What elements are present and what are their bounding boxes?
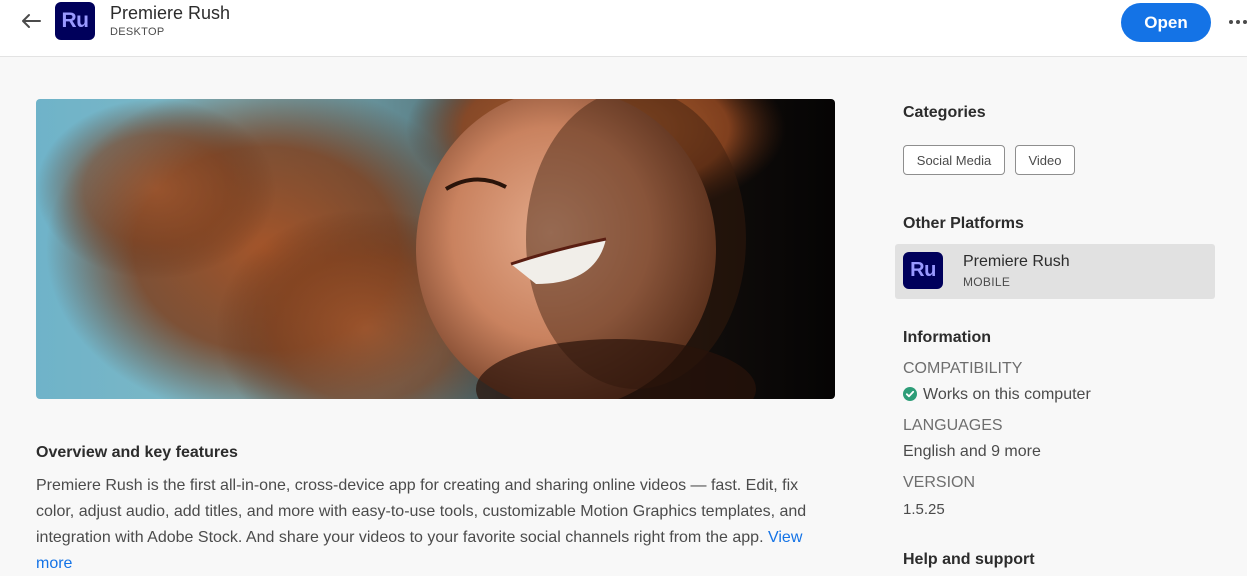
languages-label: LANGUAGES: [903, 417, 1003, 434]
ellipsis-icon: [1229, 20, 1233, 24]
overview-description: Premiere Rush is the first all-in-one, c…: [36, 473, 836, 576]
ellipsis-dot: [1236, 20, 1240, 24]
back-button[interactable]: [18, 8, 44, 34]
overview-heading: Overview and key features: [36, 444, 238, 461]
more-options-button[interactable]: [1229, 12, 1247, 32]
ellipsis-dot: [1243, 20, 1247, 24]
app-title: Premiere Rush: [110, 3, 231, 23]
arrow-left-icon: [22, 14, 41, 28]
compatibility-label: COMPATIBILITY: [903, 360, 1023, 377]
categories-heading: Categories: [903, 104, 986, 121]
hero-illustration: [36, 99, 835, 399]
other-platform-name: Premiere Rush: [963, 253, 1070, 270]
version-label: VERSION: [903, 474, 976, 491]
open-button[interactable]: Open: [1121, 3, 1211, 42]
other-platform-label: MOBILE: [963, 275, 1011, 289]
app-header: Ru Premiere Rush DESKTOP Open: [0, 0, 1247, 57]
checkmark-circle-icon: [903, 387, 917, 401]
compatibility-value: Works on this computer: [923, 386, 1091, 403]
premiere-rush-mobile-logo: Ru: [903, 252, 943, 289]
hero-image: [36, 99, 835, 399]
premiere-rush-logo: Ru: [55, 2, 95, 40]
information-heading: Information: [903, 329, 991, 346]
category-tag-social-media[interactable]: Social Media: [903, 145, 1005, 175]
languages-value: English and 9 more: [903, 443, 1041, 460]
other-platform-card-mobile[interactable]: Ru Premiere Rush MOBILE: [895, 244, 1215, 299]
app-platform-label: DESKTOP: [110, 26, 165, 38]
help-and-support-heading: Help and support: [903, 551, 1035, 568]
version-value: 1.5.25: [903, 501, 945, 518]
category-tag-video[interactable]: Video: [1015, 145, 1075, 175]
other-platforms-heading: Other Platforms: [903, 215, 1024, 232]
overview-description-text: Premiere Rush is the first all-in-one, c…: [36, 477, 807, 546]
